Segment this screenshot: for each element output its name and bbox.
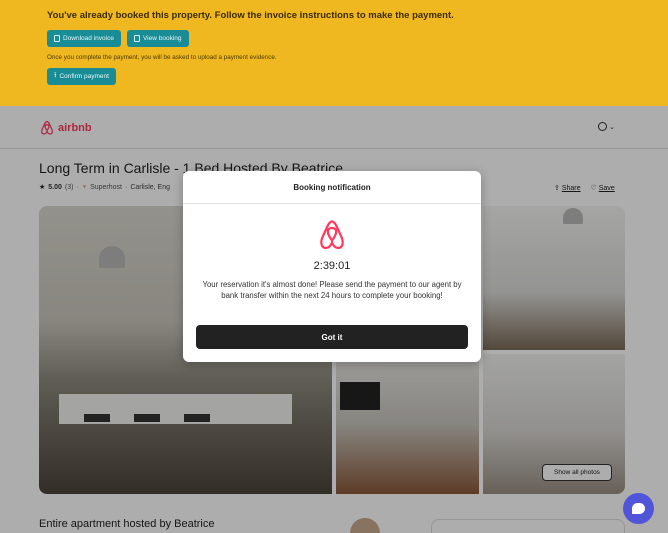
invoice-icon	[54, 35, 60, 42]
booking-notification-modal: Booking notification 2:39:01 Your reserv…	[183, 171, 481, 362]
chat-launcher[interactable]	[623, 493, 654, 524]
view-booking-label: View booking	[142, 35, 182, 42]
upload-icon: ⭱	[54, 72, 57, 79]
banner-note: Once you complete the payment, you will …	[47, 54, 277, 61]
confirm-payment-button[interactable]: ⭱ Confirm payment	[47, 68, 116, 85]
confirm-payment-label: Confirm payment	[59, 73, 109, 80]
modal-title: Booking notification	[183, 171, 481, 204]
modal-message: Your reservation it's almost done! Pleas…	[202, 280, 462, 300]
download-invoice-button[interactable]: Download invoice	[47, 30, 121, 47]
view-booking-button[interactable]: View booking	[126, 30, 189, 47]
airbnb-logo-icon	[320, 220, 344, 250]
download-invoice-label: Download invoice	[63, 35, 114, 42]
chat-icon	[632, 503, 645, 514]
got-it-button[interactable]: Got it	[196, 325, 468, 349]
calendar-icon	[133, 35, 140, 42]
countdown-timer: 2:39:01	[313, 260, 351, 272]
payment-banner: You've already booked this property. Fol…	[0, 0, 668, 106]
banner-message: You've already booked this property. Fol…	[47, 10, 454, 21]
